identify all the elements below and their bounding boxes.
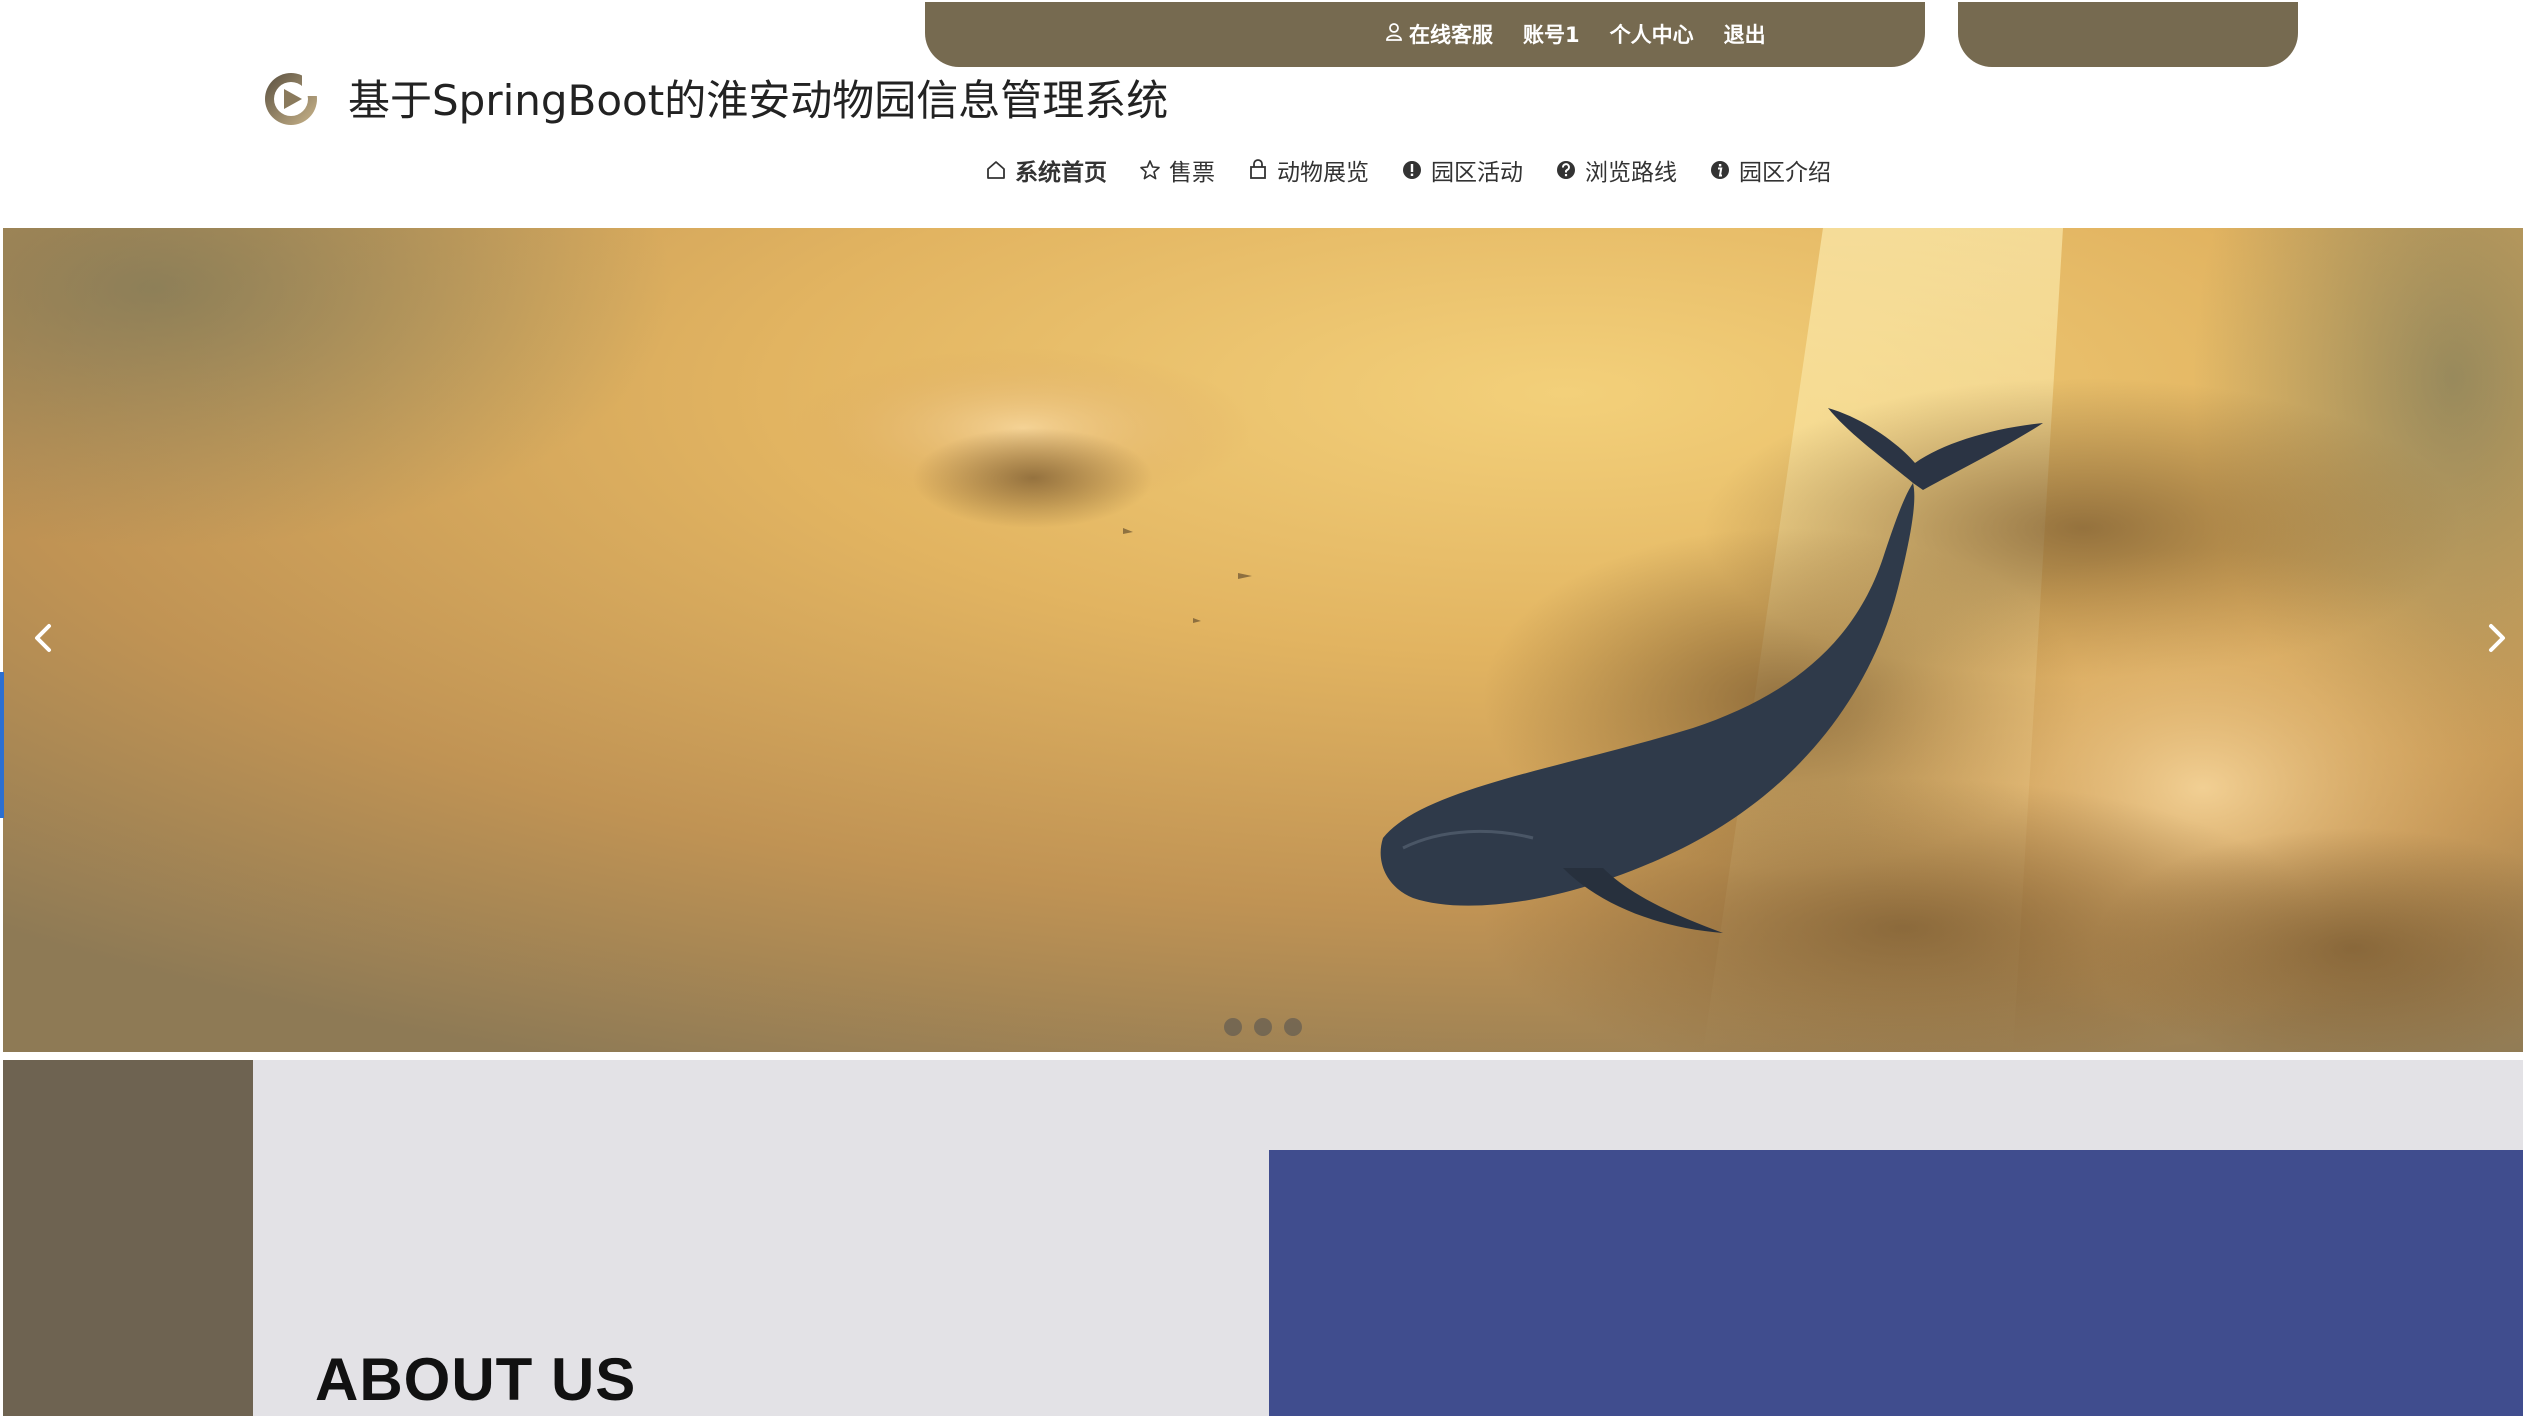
nav-routes-label: 浏览路线 — [1585, 160, 1677, 186]
nav-item-animals[interactable]: 动物展览 — [1247, 153, 1369, 187]
top-links: 在线客服 账号1 个人中心 退出 — [1385, 18, 1766, 50]
logout-label: 退出 — [1723, 23, 1766, 47]
account-link[interactable]: 账号1 — [1523, 19, 1580, 49]
nav-intro-label: 园区介绍 — [1739, 160, 1831, 186]
nav-home-label: 系统首页 — [1015, 160, 1107, 186]
carousel-prev-button[interactable] — [11, 608, 71, 668]
carousel-slide-image — [3, 228, 2523, 1052]
nav-item-home[interactable]: 系统首页 — [985, 153, 1107, 187]
question-circle-icon — [1555, 159, 1577, 181]
personal-center-link[interactable]: 个人中心 — [1610, 19, 1694, 49]
customer-service-label: 在线客服 — [1409, 23, 1493, 47]
star-icon — [1139, 159, 1161, 181]
carousel-dot[interactable] — [1284, 1018, 1302, 1036]
exclamation-circle-icon — [1401, 159, 1423, 181]
hero-carousel[interactable] — [3, 228, 2523, 1052]
nav-item-tickets[interactable]: 售票 — [1139, 153, 1215, 187]
personal-center-label: 个人中心 — [1609, 23, 1694, 47]
about-section: ABOUT US — [3, 1060, 2523, 1416]
user-icon — [1385, 22, 1403, 47]
bag-icon — [1247, 159, 1269, 181]
carousel-dot[interactable] — [1224, 1018, 1242, 1036]
carousel-next-button[interactable] — [2469, 608, 2523, 668]
page: 在线客服 账号1 个人中心 退出 基于SpringBoot的淮安动物园信息管理系 — [0, 0, 2523, 1416]
customer-service-link[interactable]: 在线客服 — [1385, 19, 1493, 49]
carousel-indicators — [1224, 1018, 1302, 1036]
site-logo[interactable] — [262, 70, 320, 128]
about-title: ABOUT US — [315, 1346, 637, 1413]
main-nav: 系统首页 售票 动物展览 园区活动 浏览路线 园区介绍 — [985, 152, 1831, 188]
chevron-right-icon — [2489, 624, 2505, 652]
info-circle-icon — [1709, 159, 1731, 181]
nav-tickets-label: 售票 — [1169, 160, 1215, 186]
logout-link[interactable]: 退出 — [1724, 19, 1766, 49]
nav-animals-label: 动物展览 — [1277, 160, 1369, 186]
nav-item-intro[interactable]: 园区介绍 — [1709, 153, 1831, 187]
account-label: 账号1 — [1523, 23, 1580, 47]
top-bar-right-tab — [1958, 2, 2298, 67]
chevron-left-icon — [35, 624, 51, 652]
side-float-tab[interactable] — [0, 672, 4, 818]
nav-item-routes[interactable]: 浏览路线 — [1555, 153, 1677, 187]
nav-item-activities[interactable]: 园区活动 — [1401, 153, 1523, 187]
home-icon — [985, 159, 1007, 181]
about-blue-panel — [1269, 1150, 2523, 1416]
nav-activities-label: 园区活动 — [1431, 160, 1523, 186]
site-title: 基于SpringBoot的淮安动物园信息管理系统 — [348, 76, 1169, 125]
about-side-stripe — [3, 1060, 253, 1416]
carousel-dot[interactable] — [1254, 1018, 1272, 1036]
